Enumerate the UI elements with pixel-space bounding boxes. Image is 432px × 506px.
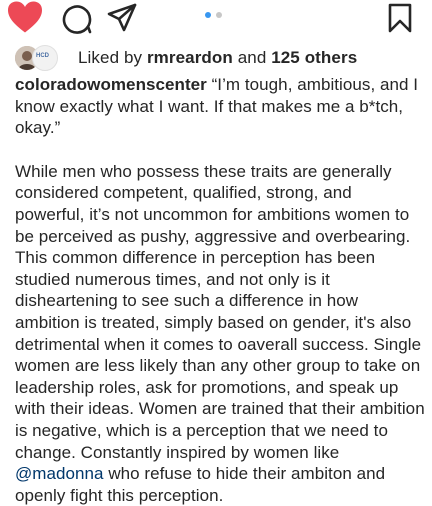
paper-plane-icon[interactable] [106, 2, 138, 34]
avatar-label: HCD [36, 53, 49, 59]
likes-middle: and [232, 48, 272, 67]
caption-body: While men who possess these traits are g… [15, 161, 425, 462]
avatar: HCD [32, 45, 58, 71]
carousel-indicator [205, 12, 222, 20]
post-caption: coloradowomenscenter “I’m tough, ambitio… [15, 74, 425, 506]
comment-icon[interactable] [61, 2, 93, 34]
caption-username[interactable]: coloradowomenscenter [15, 75, 207, 94]
likes-others-count[interactable]: 125 others [271, 48, 357, 67]
bookmark-icon[interactable] [385, 2, 415, 34]
liker-username[interactable]: rmreardon [147, 48, 233, 67]
likes-prefix: Liked by [78, 48, 147, 67]
caption-quote-paragraph: coloradowomenscenter “I’m tough, ambitio… [15, 74, 425, 139]
heart-filled-icon[interactable] [6, 0, 44, 34]
carousel-dot-active [205, 12, 211, 18]
likes-text: Liked by rmreardon and 125 others [78, 48, 357, 68]
liker-avatars: HCD [14, 45, 70, 71]
mention-link[interactable]: @madonna [15, 464, 104, 483]
caption-body-paragraph: While men who possess these traits are g… [15, 161, 425, 506]
carousel-dot [216, 12, 222, 18]
likes-summary[interactable]: HCD Liked by rmreardon and 125 others [14, 44, 357, 72]
post-action-bar [0, 0, 432, 36]
